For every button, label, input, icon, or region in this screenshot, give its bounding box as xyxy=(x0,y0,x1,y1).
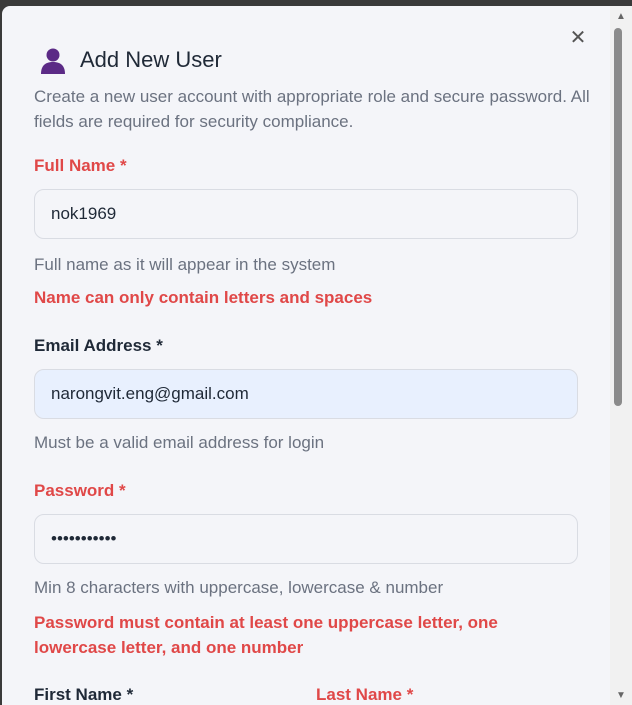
add-user-dialog: Add New User ✕ Create a new user account… xyxy=(2,6,610,705)
email-help: Must be a valid email address for login xyxy=(34,433,325,452)
full-name-input[interactable] xyxy=(34,189,578,239)
full-name-error: Name can only contain letters and spaces xyxy=(34,288,373,307)
password-error: Password must contain at least one upper… xyxy=(34,613,498,657)
email-field[interactable] xyxy=(34,369,578,419)
password-field[interactable] xyxy=(34,514,578,564)
scrollbar[interactable]: ▲ ▼ xyxy=(610,6,632,705)
password-help: Min 8 characters with uppercase, lowerca… xyxy=(34,578,444,597)
email-label: Email Address * xyxy=(34,336,163,355)
close-icon[interactable]: ✕ xyxy=(568,28,588,48)
scroll-up-arrow-icon[interactable]: ▲ xyxy=(610,8,632,24)
dialog-header: Add New User xyxy=(38,42,222,78)
last-name-label: Last Name * xyxy=(316,685,414,704)
user-icon xyxy=(41,48,65,74)
first-name-label: First Name * xyxy=(34,685,134,704)
password-label: Password * xyxy=(34,481,126,500)
scroll-down-arrow-icon[interactable]: ▼ xyxy=(610,687,632,703)
full-name-help: Full name as it will appear in the syste… xyxy=(34,255,336,274)
dialog-description: Create a new user account with appropria… xyxy=(34,87,590,131)
scroll-thumb[interactable] xyxy=(614,28,622,406)
full-name-label: Full Name * xyxy=(34,156,127,175)
dialog-title: Add New User xyxy=(80,47,222,72)
